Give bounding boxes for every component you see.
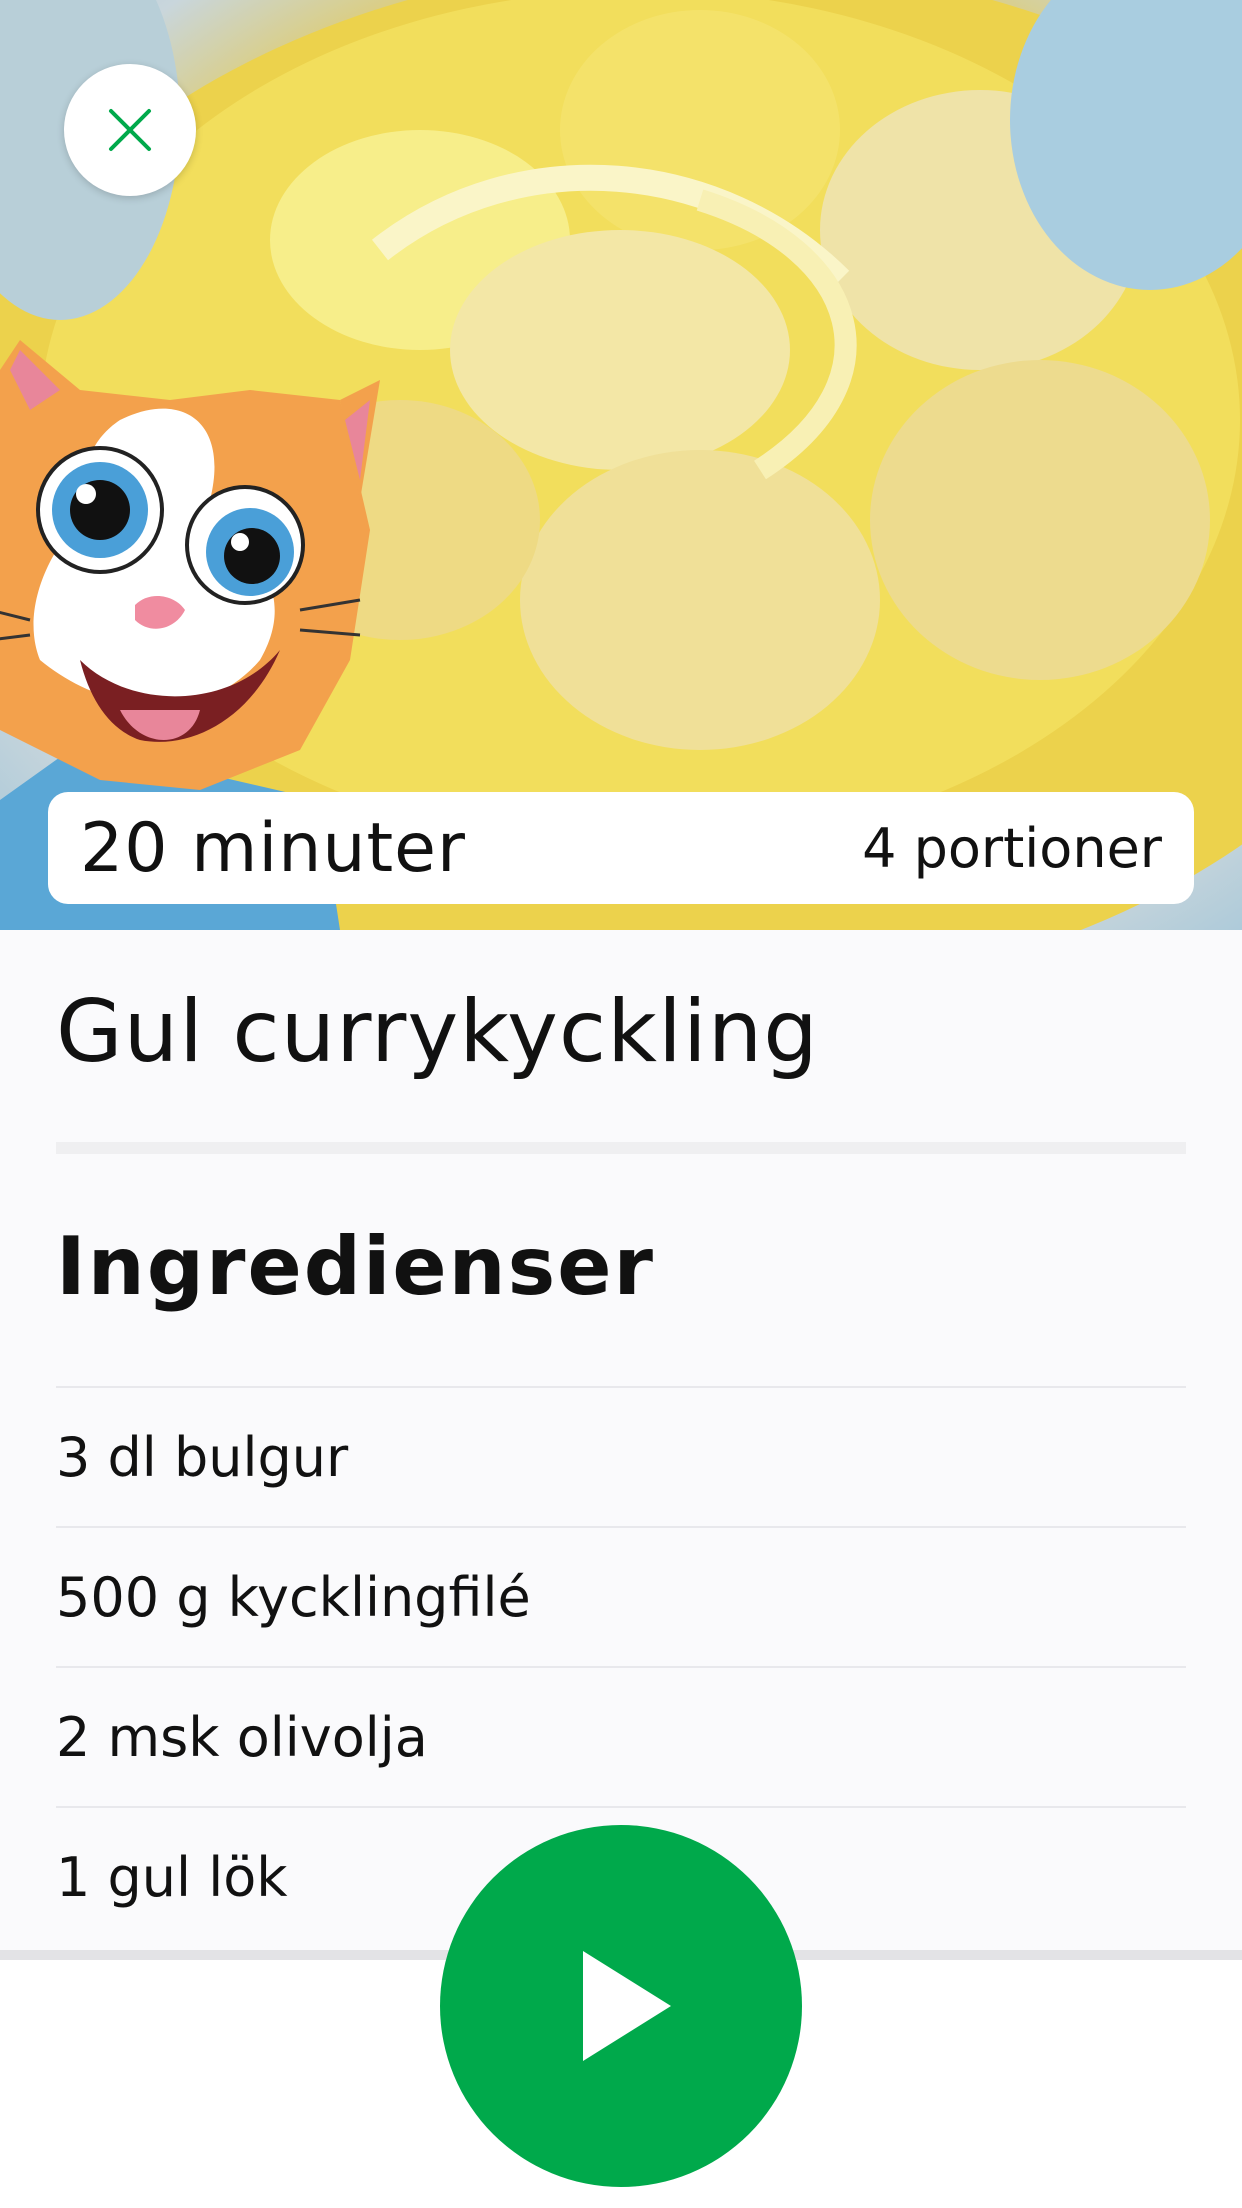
ingredients-heading: Ingredienser xyxy=(56,1220,655,1313)
close-icon xyxy=(109,109,151,151)
recipe-title: Gul currykyckling xyxy=(56,982,819,1082)
close-button[interactable] xyxy=(64,64,196,196)
cooking-time: 20 minuter xyxy=(80,808,466,888)
ingredient-item: 2 msk olivolja xyxy=(56,1666,1186,1806)
title-divider xyxy=(56,1142,1186,1154)
play-icon xyxy=(583,1951,671,2061)
recipe-content: Gul currykyckling Ingredienser 3 dl bulg… xyxy=(0,930,1242,1954)
ingredient-item: 3 dl bulgur xyxy=(56,1386,1186,1526)
ingredient-item: 500 g kycklingfilé xyxy=(56,1526,1186,1666)
play-button[interactable] xyxy=(440,1825,802,2187)
recipe-info-bar: 20 minuter 4 portioner xyxy=(48,792,1194,904)
portions-count: 4 portioner xyxy=(862,816,1162,880)
recipe-hero-image: 20 minuter 4 portioner xyxy=(0,0,1242,930)
